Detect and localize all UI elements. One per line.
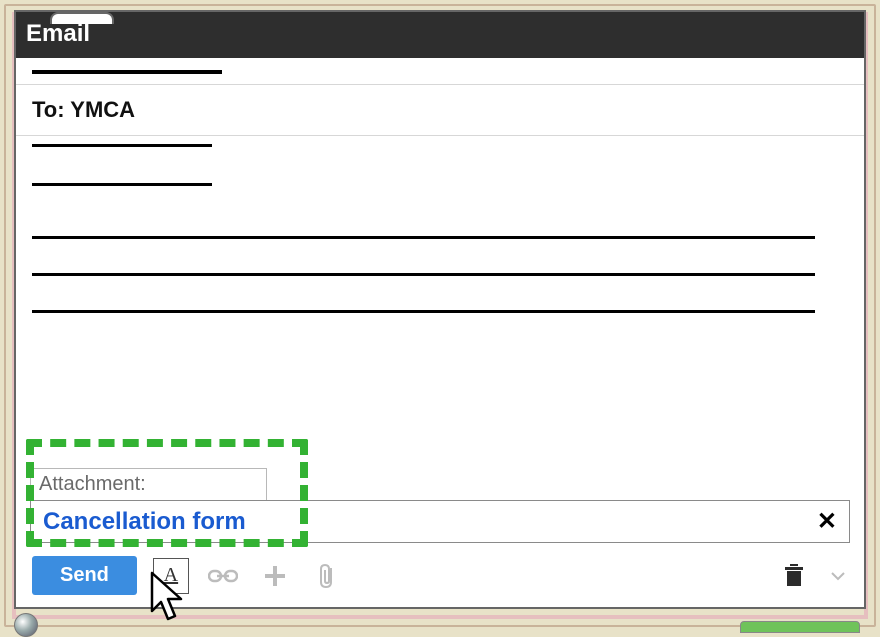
window-title: Email — [26, 20, 90, 47]
redacted-line — [32, 236, 815, 239]
attachment-block: Attachment: Cancellation form ✕ — [30, 468, 850, 543]
send-button[interactable]: Send — [32, 556, 137, 595]
trash-icon — [784, 564, 804, 588]
email-compose-window: Email To: YMCA Attachment: Cancel — [14, 10, 866, 609]
attach-file-button[interactable] — [309, 558, 345, 594]
redacted-line — [32, 273, 815, 276]
attachment-chip[interactable]: Cancellation form ✕ — [30, 500, 850, 543]
window-titlebar: Email — [16, 12, 864, 58]
to-label: To: — [32, 97, 65, 122]
chevron-down-icon — [831, 571, 845, 581]
delete-draft-button[interactable] — [776, 558, 812, 594]
more-options-button[interactable] — [828, 558, 848, 594]
redacted-from-line — [32, 70, 222, 74]
add-button[interactable] — [257, 558, 293, 594]
plus-icon — [262, 563, 288, 589]
cursor-pointer-icon — [148, 571, 190, 625]
from-section — [16, 58, 864, 85]
redacted-line — [32, 310, 815, 313]
taskbar-item[interactable] — [740, 621, 860, 633]
redacted-line — [32, 183, 212, 186]
start-orb-icon[interactable] — [14, 613, 38, 637]
link-icon — [208, 568, 238, 584]
paperclip-icon — [318, 562, 336, 590]
browser-tab[interactable] — [50, 12, 114, 24]
attachment-file-name: Cancellation form — [43, 508, 246, 536]
to-field[interactable]: To: YMCA — [16, 85, 864, 136]
attachment-label: Attachment: — [30, 468, 267, 500]
to-value: YMCA — [70, 97, 135, 122]
insert-link-button[interactable] — [205, 558, 241, 594]
remove-attachment-icon[interactable]: ✕ — [817, 507, 837, 536]
redacted-line — [32, 144, 212, 147]
